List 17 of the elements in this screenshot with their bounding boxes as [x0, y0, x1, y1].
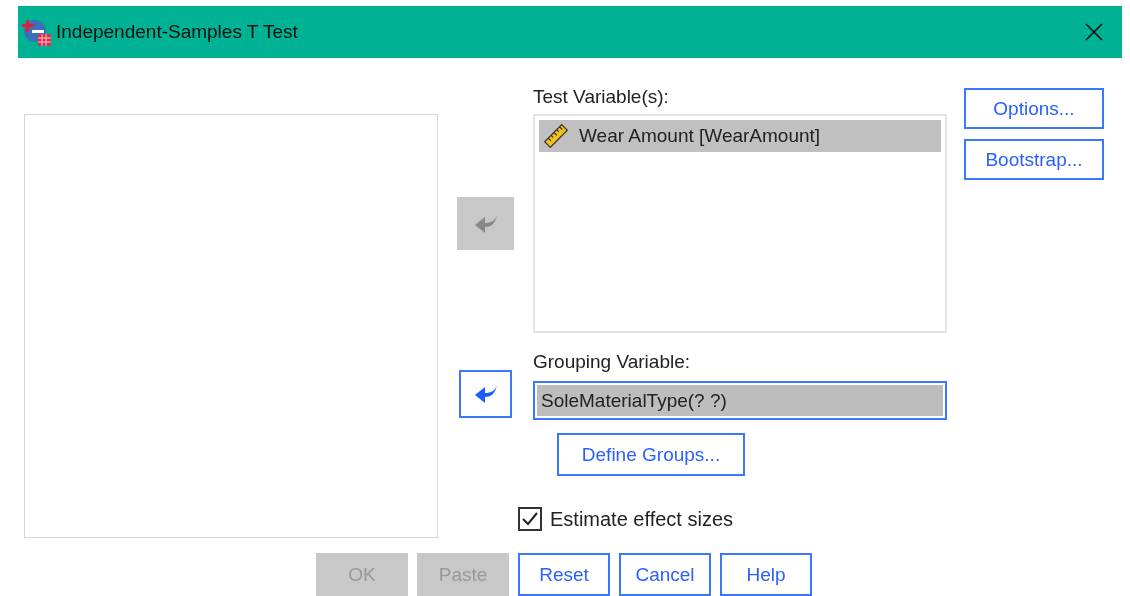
dialog-button[interactable]: Cancel	[619, 553, 711, 596]
app-icon	[22, 17, 52, 47]
dialog-button[interactable]: Help	[720, 553, 812, 596]
test-variables-label: Test Variable(s):	[533, 86, 669, 109]
grouping-variable-field[interactable]: SoleMaterialType(? ?)	[533, 381, 947, 420]
checkbox[interactable]	[518, 507, 542, 531]
dialog-button[interactable]: Bootstrap...	[964, 139, 1104, 180]
dialog-button[interactable]: Options...	[964, 88, 1104, 129]
checkbox-label[interactable]: Estimate effect sizes	[550, 507, 734, 531]
define-groups-button[interactable]: Define Groups...	[557, 433, 745, 476]
close-icon[interactable]	[1084, 22, 1104, 42]
dialog-button[interactable]: Reset	[518, 553, 610, 596]
list-item[interactable]: Wear Amount [WearAmount]	[539, 120, 941, 152]
move-button[interactable]	[459, 370, 512, 418]
window-title: Independent-Samples T Test	[56, 21, 299, 43]
grouping-variable-label: Grouping Variable:	[533, 351, 691, 374]
test-variables-list[interactable]: Wear Amount [WearAmount]	[533, 114, 947, 333]
